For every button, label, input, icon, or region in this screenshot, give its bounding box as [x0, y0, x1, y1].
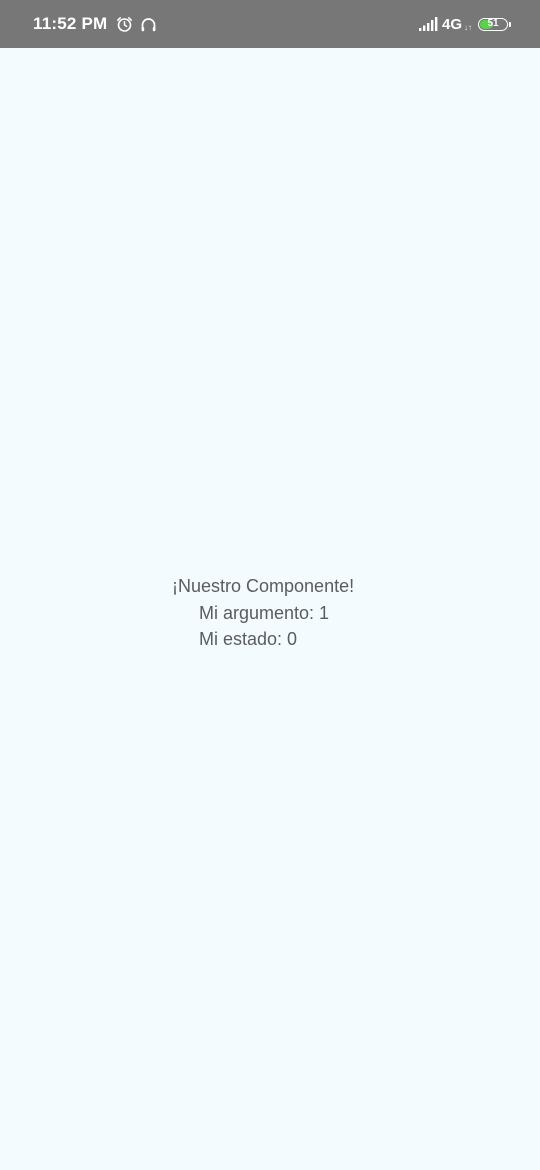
component-title: ¡Nuestro Componente! — [172, 576, 355, 596]
status-bar: 11:52 PM 4G ↓↑ 51 — [0, 0, 540, 48]
headphones-icon — [140, 16, 157, 33]
battery-icon: 51 — [478, 17, 511, 31]
network-activity-icon: ↓↑ — [464, 22, 472, 32]
status-right: 4G ↓↑ 51 — [418, 0, 511, 48]
component-text-block: ¡Nuestro Componente! Mi argumento: 1 Mi … — [172, 573, 354, 653]
battery-level: 51 — [487, 18, 499, 29]
network-type: 4G — [441, 15, 462, 33]
state-text: Mi estado: 0 — [199, 629, 298, 649]
argument-text: Mi argumento: 1 — [199, 602, 330, 623]
signal-icon — [418, 17, 439, 31]
alarm-icon — [116, 16, 133, 33]
clock: 11:52 PM — [33, 14, 108, 33]
status-left: 11:52 PM — [33, 0, 157, 48]
